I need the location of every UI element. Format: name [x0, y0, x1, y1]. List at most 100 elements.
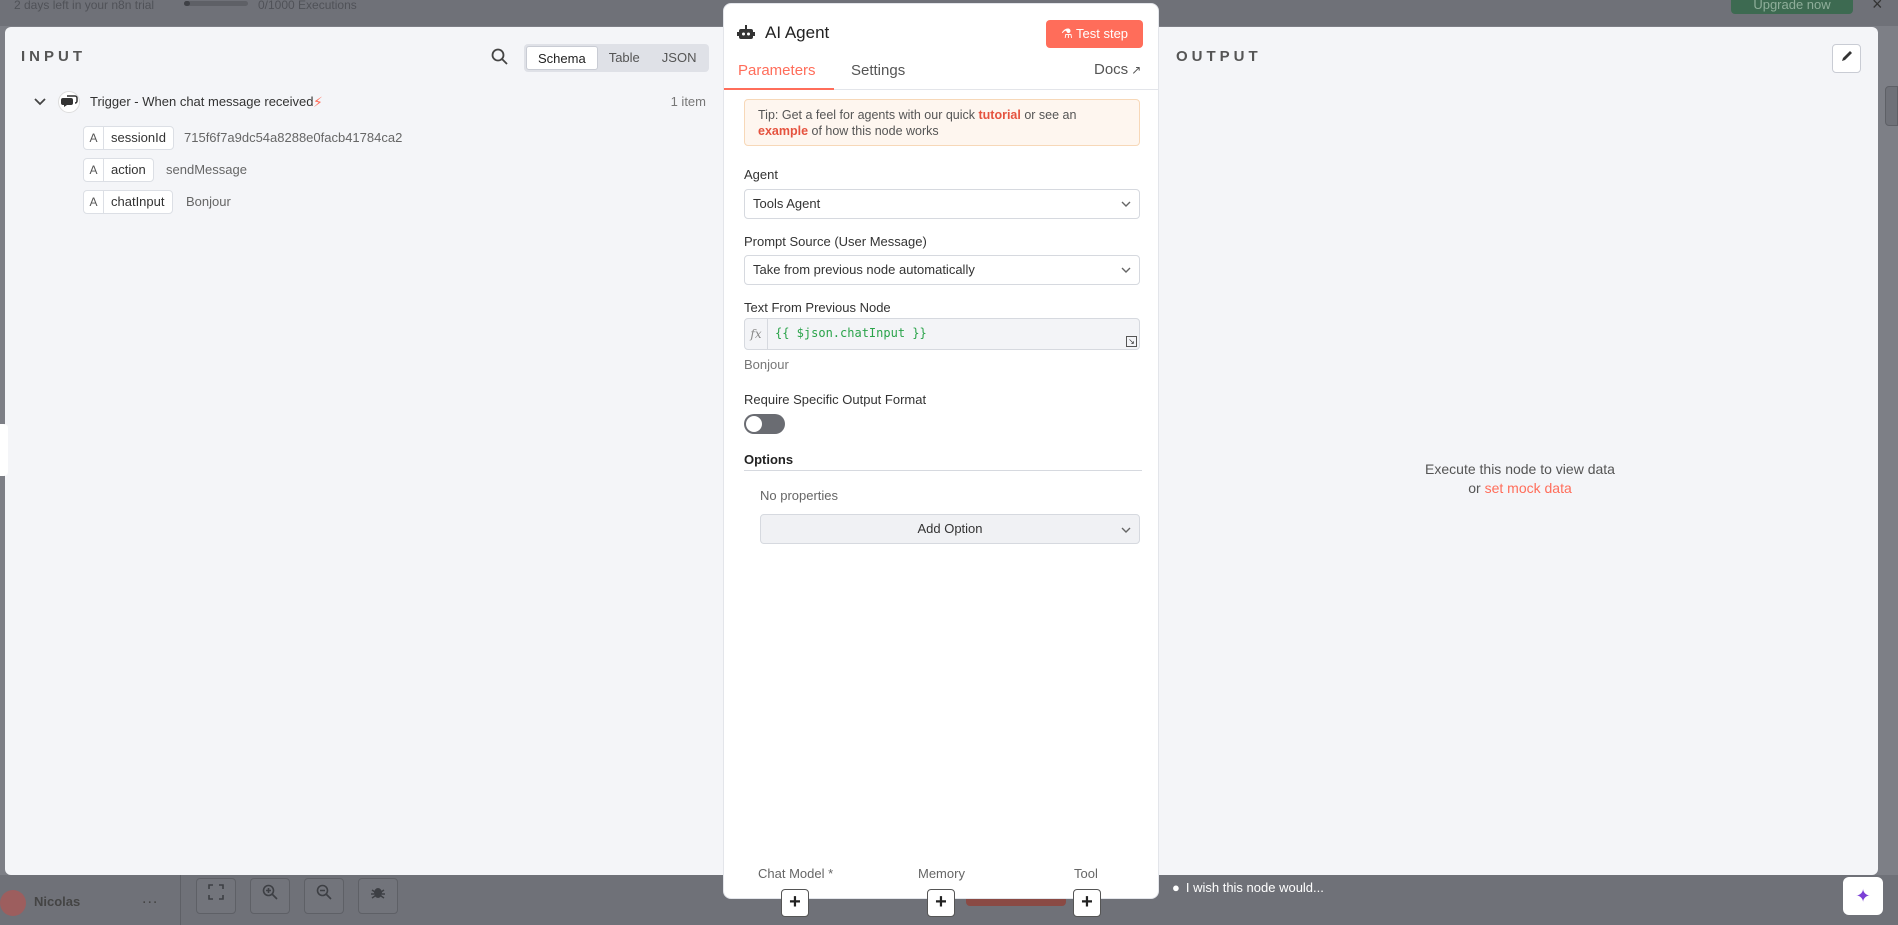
agent-select-value: Tools Agent	[753, 196, 821, 211]
tab-settings-label: Settings	[851, 62, 906, 79]
text-expression-input[interactable]: fx {{ $json.chatInput }} ↘	[744, 318, 1140, 350]
output-format-label: Require Specific Output Format	[744, 392, 927, 407]
tab-settings[interactable]: Settings	[851, 62, 931, 90]
output-message-or: or	[1468, 480, 1485, 496]
field-key: sessionId	[111, 130, 166, 145]
user-menu[interactable]: Nicolas ...	[0, 888, 180, 916]
input-panel-title: INPUT	[21, 48, 86, 65]
add-tool-button[interactable]: +	[1073, 889, 1101, 917]
agent-select[interactable]: Tools Agent	[744, 189, 1140, 219]
flask-icon: ⚗	[1060, 26, 1073, 41]
fullscreen-icon	[208, 884, 224, 900]
output-message-line: Execute this node to view data	[1425, 461, 1615, 477]
add-option-button[interactable]: Add Option	[760, 514, 1140, 544]
view-mode-switch: Schema Table JSON	[524, 44, 710, 72]
search-icon[interactable]	[490, 47, 510, 67]
field-chip[interactable]: A chatInput	[83, 190, 173, 214]
upgrade-label: Upgrade now	[1753, 0, 1831, 12]
string-type-icon: A	[84, 127, 104, 149]
external-link-icon: ↗	[1131, 63, 1142, 77]
field-chip[interactable]: A sessionId	[83, 126, 174, 150]
docs-link[interactable]: Docs ↗	[1094, 61, 1141, 78]
ai-assistant-button[interactable]: ✦	[1843, 877, 1883, 915]
side-panel-handle[interactable]	[1885, 86, 1898, 126]
more-icon[interactable]: ...	[142, 890, 158, 908]
set-mock-data-link[interactable]: set mock data	[1485, 480, 1572, 496]
prompt-source-value: Take from previous node automatically	[753, 262, 975, 277]
chevron-down-icon	[1121, 201, 1131, 207]
node-tabs: Parameters Settings	[724, 62, 1158, 90]
trigger-bolt-icon: ⚡	[313, 94, 323, 110]
string-type-icon: A	[84, 159, 104, 181]
tab-parameters[interactable]: Parameters	[724, 62, 834, 90]
output-format-toggle[interactable]	[744, 414, 785, 434]
fx-icon: fx	[745, 319, 768, 349]
user-name: Nicolas	[34, 894, 81, 909]
tab-parameters-label: Parameters	[738, 62, 816, 79]
example-link[interactable]: example	[758, 124, 808, 138]
node-title[interactable]: AI Agent	[765, 23, 829, 43]
connector-memory-label: Memory	[918, 866, 965, 881]
test-step-button[interactable]: ⚗ Test step	[1046, 20, 1143, 48]
upgrade-button[interactable]: Upgrade now	[1731, 0, 1853, 14]
executions-progress	[184, 1, 248, 6]
add-memory-button[interactable]: +	[927, 889, 955, 917]
chevron-down-icon	[1121, 267, 1131, 273]
string-type-icon: A	[84, 191, 104, 213]
chevron-down-icon[interactable]	[33, 95, 47, 109]
pencil-icon	[1841, 51, 1852, 61]
add-chat-model-button[interactable]: +	[781, 889, 809, 917]
toggle-knob	[746, 416, 762, 432]
field-value: sendMessage	[166, 162, 247, 177]
chat-icon	[58, 91, 80, 113]
tab-schema[interactable]: Schema	[526, 46, 598, 70]
avatar	[0, 890, 26, 916]
prompt-source-label: Prompt Source (User Message)	[744, 234, 927, 249]
sparkle-icon: ✦	[1855, 886, 1871, 906]
divider	[180, 875, 181, 925]
close-icon[interactable]: ×	[1872, 0, 1883, 15]
feedback-link[interactable]: ● I wish this node would...	[1172, 880, 1324, 895]
edit-output-button[interactable]	[1832, 44, 1861, 73]
executions-text: 0/1000 Executions	[258, 0, 357, 12]
tip-text: Tip: Get a feel for agents with our quic…	[758, 108, 979, 122]
feedback-text: I wish this node would...	[1185, 880, 1324, 895]
output-empty-message: Execute this node to view data or set mo…	[1340, 460, 1700, 498]
zoom-in-button[interactable]	[250, 878, 290, 914]
tab-table[interactable]: Table	[598, 46, 651, 70]
prompt-source-select[interactable]: Take from previous node automatically	[744, 255, 1140, 285]
plus-icon: +	[1081, 891, 1093, 913]
add-option-label: Add Option	[917, 521, 983, 536]
docs-label: Docs	[1094, 61, 1129, 78]
fit-view-button[interactable]	[196, 878, 236, 914]
expression-text: {{ $json.chatInput }}	[775, 326, 927, 340]
output-panel-title: OUTPUT	[1176, 48, 1262, 65]
plus-icon: +	[935, 891, 947, 913]
tab-json[interactable]: JSON	[651, 46, 708, 70]
tutorial-link[interactable]: tutorial	[978, 108, 1020, 122]
robot-icon	[737, 25, 755, 39]
text-label: Text From Previous Node	[744, 300, 891, 315]
panel-drag-handle[interactable]	[0, 424, 8, 476]
lightbulb-icon: ●	[1172, 880, 1180, 895]
zoom-out-button[interactable]	[304, 878, 344, 914]
debug-button[interactable]	[358, 878, 398, 914]
input-panel: INPUT Schema Table JSON Trigger - When c…	[5, 27, 723, 875]
agent-label: Agent	[744, 167, 778, 182]
tip-text: of how this node works	[808, 124, 939, 138]
expression-preview: Bonjour	[744, 357, 789, 372]
no-properties-text: No properties	[760, 488, 839, 503]
plus-icon: +	[789, 891, 801, 913]
connector-chat-model-label: Chat Model *	[758, 866, 834, 881]
field-key: action	[111, 162, 146, 177]
trigger-node-row[interactable]: Trigger - When chat message received ⚡ 1…	[30, 91, 710, 115]
field-value: 715f6f7a9dc54a8288e0facb41784ca2	[184, 130, 403, 145]
field-value: Bonjour	[186, 194, 231, 209]
options-label: Options	[744, 452, 794, 467]
field-chip[interactable]: A action	[83, 158, 154, 182]
trial-text: 2 days left in your n8n trial	[14, 0, 155, 12]
field-key: chatInput	[111, 194, 165, 209]
expand-icon[interactable]: ↘	[1126, 336, 1137, 347]
tip-text: or see an	[1020, 108, 1077, 122]
zoom-in-icon	[262, 884, 278, 900]
